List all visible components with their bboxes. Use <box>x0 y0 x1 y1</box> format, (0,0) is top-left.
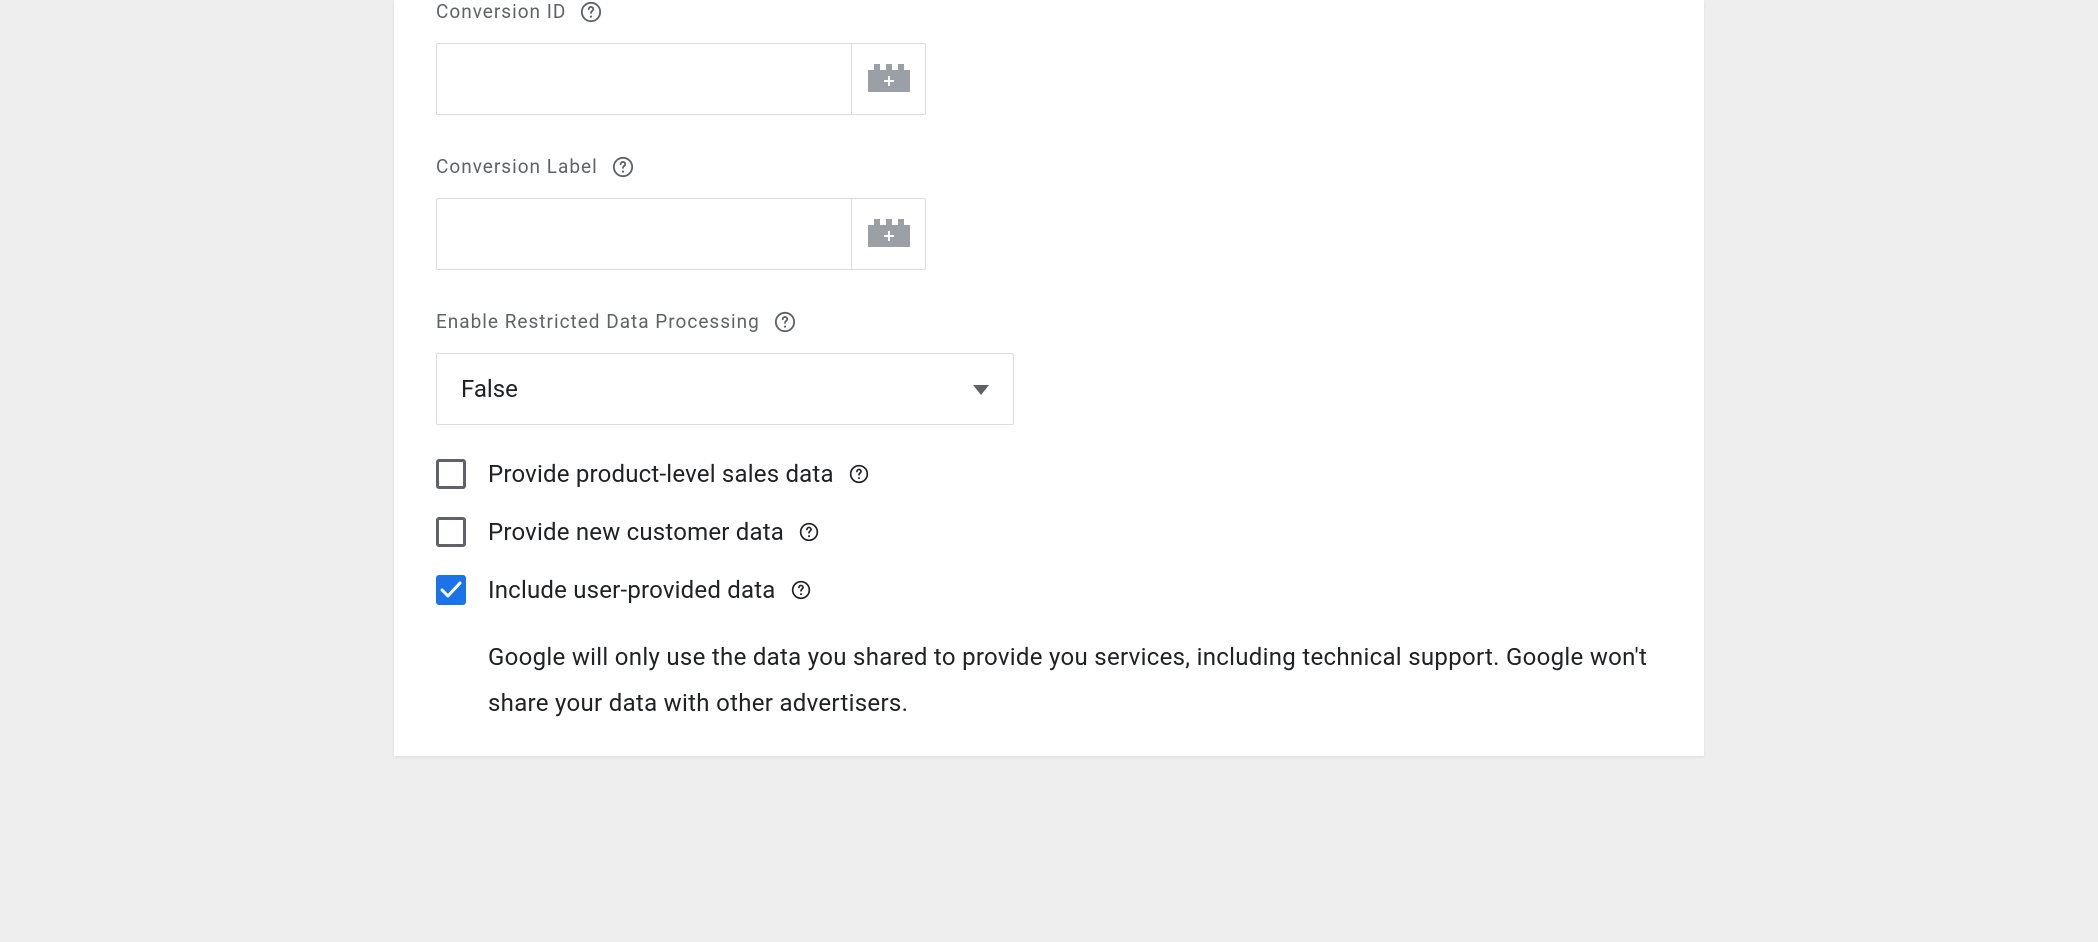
check-icon <box>440 581 462 599</box>
user-provided-label: Include user-provided data <box>488 576 812 604</box>
product-sales-checkbox-row: Provide product-level sales data <box>436 459 1662 489</box>
user-provided-label-text: Include user-provided data <box>488 576 776 604</box>
help-icon[interactable] <box>612 156 634 178</box>
product-sales-label-text: Provide product-level sales data <box>488 460 834 488</box>
conversion-id-variable-button[interactable] <box>851 44 925 114</box>
chevron-down-icon <box>973 380 989 399</box>
conversion-id-input-group <box>436 43 926 115</box>
brick-plus-icon <box>868 219 910 250</box>
new-customer-label-text: Provide new customer data <box>488 518 784 546</box>
conversion-label-variable-button[interactable] <box>851 199 925 269</box>
help-icon[interactable] <box>774 311 796 333</box>
new-customer-checkbox[interactable] <box>436 517 466 547</box>
conversion-id-field: Conversion ID <box>436 0 1662 115</box>
conversion-id-label: Conversion ID <box>436 0 1662 23</box>
conversion-label-input-group <box>436 198 926 270</box>
brick-plus-icon <box>868 64 910 95</box>
restricted-data-value: False <box>461 375 518 403</box>
conversion-label-field: Conversion Label <box>436 155 1662 270</box>
conversion-label-input[interactable] <box>437 199 851 269</box>
restricted-data-field: Enable Restricted Data Processing False <box>436 310 1662 425</box>
product-sales-label: Provide product-level sales data <box>488 460 870 488</box>
conversion-label-label: Conversion Label <box>436 155 1662 178</box>
new-customer-label: Provide new customer data <box>488 518 820 546</box>
conversion-id-label-text: Conversion ID <box>436 0 566 23</box>
restricted-data-label-text: Enable Restricted Data Processing <box>436 310 760 333</box>
help-icon[interactable] <box>798 521 820 543</box>
new-customer-checkbox-row: Provide new customer data <box>436 517 1662 547</box>
restricted-data-select[interactable]: False <box>436 353 1014 425</box>
restricted-data-label: Enable Restricted Data Processing <box>436 310 1662 333</box>
user-provided-checkbox-row: Include user-provided data <box>436 575 1662 605</box>
help-icon[interactable] <box>848 463 870 485</box>
user-provided-description: Google will only use the data you shared… <box>488 635 1662 726</box>
help-icon[interactable] <box>580 1 602 23</box>
user-provided-checkbox[interactable] <box>436 575 466 605</box>
conversion-id-input[interactable] <box>437 44 851 114</box>
help-icon[interactable] <box>790 579 812 601</box>
conversion-label-label-text: Conversion Label <box>436 155 598 178</box>
form-panel: Conversion ID Conversion Label <box>394 0 1704 756</box>
product-sales-checkbox[interactable] <box>436 459 466 489</box>
